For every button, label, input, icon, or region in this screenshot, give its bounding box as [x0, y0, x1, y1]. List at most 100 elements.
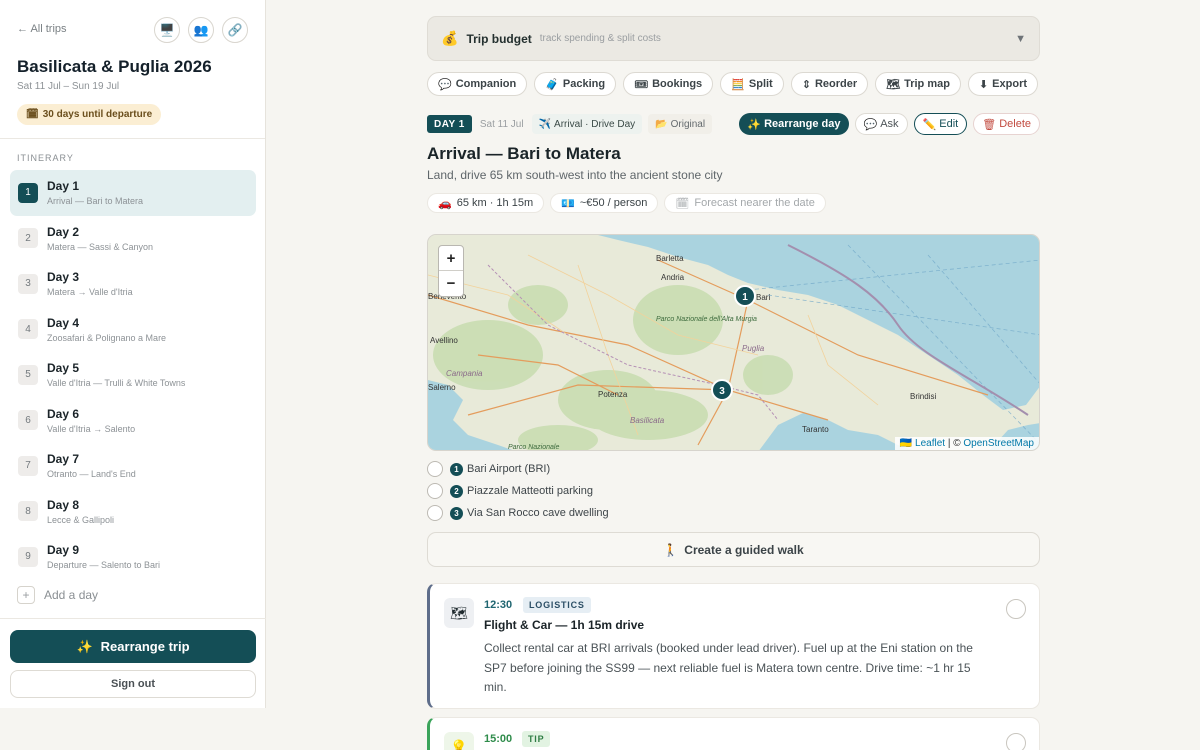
- delete-label: Delete: [999, 118, 1031, 130]
- money-bag-icon: 💰: [441, 30, 459, 46]
- sidebar-day-item[interactable]: 8 Day 8 Lecce & Gallipoli: [10, 489, 256, 535]
- rearrange-day-button[interactable]: ✨ Rearrange day: [739, 113, 849, 135]
- tool-icon: 💬: [438, 78, 452, 91]
- edit-button[interactable]: ✏️ Edit: [913, 113, 968, 135]
- weather-stat-label: Forecast nearer the date: [694, 197, 815, 209]
- osm-link[interactable]: OpenStreetMap: [963, 438, 1034, 449]
- original-label: Original: [670, 118, 706, 130]
- map-marker-1-label: 1: [742, 292, 748, 303]
- day-type-pill: ✈️ Arrival · Drive Day: [531, 114, 643, 134]
- link-icon[interactable]: 🔗: [222, 17, 248, 43]
- map-marker-3[interactable]: 3: [711, 379, 733, 401]
- tool-icon: 🧮: [731, 78, 745, 91]
- sidebar-day-item[interactable]: 6 Day 6 Valle d'Itria → Salento: [10, 398, 256, 444]
- tool-label: Reorder: [814, 78, 858, 90]
- delete-button[interactable]: 🗑 Delete: [973, 113, 1040, 135]
- chat-icon: 💬: [863, 118, 878, 131]
- add-day-button[interactable]: + Add a day: [17, 586, 98, 604]
- sidebar-day-item[interactable]: 2 Day 2 Matera — Sassi & Canyon: [10, 216, 256, 262]
- day-number: 9: [18, 546, 38, 567]
- sidebar-day-item[interactable]: 7 Day 7 Otranto — Land's End: [10, 443, 256, 489]
- tool-icon: 🗺: [886, 78, 901, 91]
- map-attribution: 🇺🇦 Leaflet | © OpenStreetMap: [894, 437, 1039, 450]
- tool-trip-map-button[interactable]: 🗺 Trip map: [875, 72, 961, 96]
- stop-checkbox[interactable]: [427, 483, 443, 499]
- stop-checkbox[interactable]: [427, 461, 443, 477]
- day-date: Sat 11 Jul: [479, 118, 524, 130]
- stop-number: 2: [450, 484, 463, 498]
- day-name: Day 1: [47, 179, 80, 194]
- original-toggle[interactable]: 📂 Original: [648, 114, 713, 134]
- countdown-badge: 🗓 30 days until departure: [17, 104, 162, 125]
- stop-number: 3: [450, 506, 463, 520]
- map-label-salerno: Salerno: [428, 383, 456, 392]
- day-subtitle: Lecce & Gallipoli: [47, 514, 115, 525]
- chevron-down-icon[interactable]: ▼: [1015, 33, 1026, 45]
- sparkles-icon: ✨: [747, 118, 762, 131]
- tool-companion-button[interactable]: 💬 Companion: [427, 72, 528, 96]
- sidebar-icon-group: 🖥️ 👥 🔗: [154, 17, 248, 43]
- attribution-separator: | ©: [945, 438, 964, 449]
- desktop-icon[interactable]: 🖥️: [154, 17, 180, 43]
- sidebar: ← All trips 🖥️ 👥 🔗 Basilicata & Puglia 2…: [0, 0, 266, 708]
- trip-dates: Sat 11 Jul – Sun 19 Jul: [17, 81, 120, 92]
- day-subtitle: Matera → Valle d'Itria: [47, 287, 133, 298]
- map-icon: 🗺: [444, 598, 474, 628]
- activity-tag: TIP: [522, 731, 551, 747]
- activity-time: 15:00: [484, 733, 513, 745]
- day-name: Day 8: [47, 497, 80, 512]
- activity-body: Collect rental car at BRI arrivals (book…: [484, 641, 973, 694]
- sidebar-day-item[interactable]: 4 Day 4 Zoosafari & Polignano a Mare: [10, 307, 256, 353]
- map-label-andria: Andria: [661, 273, 685, 282]
- all-trips-link[interactable]: ← All trips: [17, 23, 67, 35]
- sidebar-footer: ✨ Rearrange trip Sign out: [0, 618, 266, 708]
- tool-export-button[interactable]: ⬇ Export: [967, 72, 1039, 96]
- sparkles-icon: ✨: [76, 638, 93, 654]
- tool-packing-button[interactable]: 🧳 Packing: [534, 72, 617, 96]
- day-text: Day 2 Matera — Sassi & Canyon: [47, 225, 153, 252]
- day-map[interactable]: Barletta Andria Bari Benevento Avellino …: [427, 234, 1040, 451]
- zoom-in-button[interactable]: +: [439, 246, 463, 271]
- people-icon[interactable]: 👥: [188, 17, 214, 43]
- day-text: Day 4 Zoosafari & Polignano a Mare: [47, 316, 166, 343]
- activity-card[interactable]: 🗺 12:30 LOGISTICS Flight & Car — 1h 15m …: [427, 583, 1040, 709]
- stop-label: Via San Rocco cave dwelling: [467, 507, 609, 519]
- sidebar-day-item[interactable]: 9 Day 9 Departure — Salento to Bari: [10, 534, 256, 580]
- sidebar-day-item[interactable]: 1 Day 1 Arrival — Bari to Matera: [10, 170, 256, 216]
- zoom-out-button[interactable]: −: [439, 271, 463, 296]
- leaflet-link[interactable]: Leaflet: [915, 438, 945, 449]
- day-type-label: Arrival · Drive Day: [554, 118, 636, 130]
- day-number: 8: [18, 501, 38, 522]
- sidebar-day-item[interactable]: 5 Day 5 Valle d'Itria — Trulli & White Tow…: [10, 352, 256, 398]
- day-name: Day 3: [47, 270, 80, 285]
- airplane-icon: ✈️: [538, 118, 552, 130]
- tool-bookings-button[interactable]: 🎟 Bookings: [623, 72, 714, 96]
- activity-checkbox[interactable]: [1006, 599, 1026, 619]
- day-name: Day 2: [47, 224, 80, 239]
- trip-budget-panel[interactable]: 💰 Trip budget track spending & split cos…: [427, 16, 1040, 61]
- sign-out-button[interactable]: Sign out: [10, 670, 256, 698]
- tool-reorder-button[interactable]: ⇕ Reorder: [790, 72, 869, 96]
- create-guided-walk-button[interactable]: 🚶 Create a guided walk: [427, 532, 1040, 567]
- activity-card[interactable]: 💡 15:00 TIP: [427, 717, 1040, 750]
- tool-icon: ⇕: [801, 78, 811, 91]
- activity-tag: LOGISTICS: [523, 597, 591, 613]
- stop-list: 1 Bari Airport (BRI) 2 Piazzale Matteotti p…: [427, 458, 609, 524]
- day-subtitle: Valle d'Itria — Trulli & White Towns: [47, 378, 186, 389]
- drive-stat-label: 65 km · 1h 15m: [456, 197, 534, 209]
- day-description: Land, drive 65 km south-west into the an…: [427, 168, 723, 182]
- rearrange-trip-button[interactable]: ✨ Rearrange trip: [10, 630, 256, 663]
- map-canvas: Barletta Andria Bari Benevento Avellino …: [428, 235, 1039, 450]
- ask-button[interactable]: 💬 Ask: [854, 113, 908, 135]
- stop-checkbox[interactable]: [427, 505, 443, 521]
- map-label-potenza: Potenza: [598, 390, 628, 399]
- sidebar-day-item[interactable]: 3 Day 3 Matera → Valle d'Itria: [10, 261, 256, 307]
- day-text: Day 7 Otranto — Land's End: [47, 452, 136, 479]
- day-text: Day 3 Matera → Valle d'Itria: [47, 270, 133, 297]
- day-number: 4: [18, 319, 38, 340]
- activity-checkbox[interactable]: [1006, 733, 1026, 750]
- tool-split-button[interactable]: 🧮 Split: [720, 72, 784, 96]
- map-marker-1[interactable]: 1: [734, 285, 756, 307]
- tool-label: Companion: [455, 78, 517, 90]
- day-subtitle: Zoosafari & Polignano a Mare: [47, 332, 167, 343]
